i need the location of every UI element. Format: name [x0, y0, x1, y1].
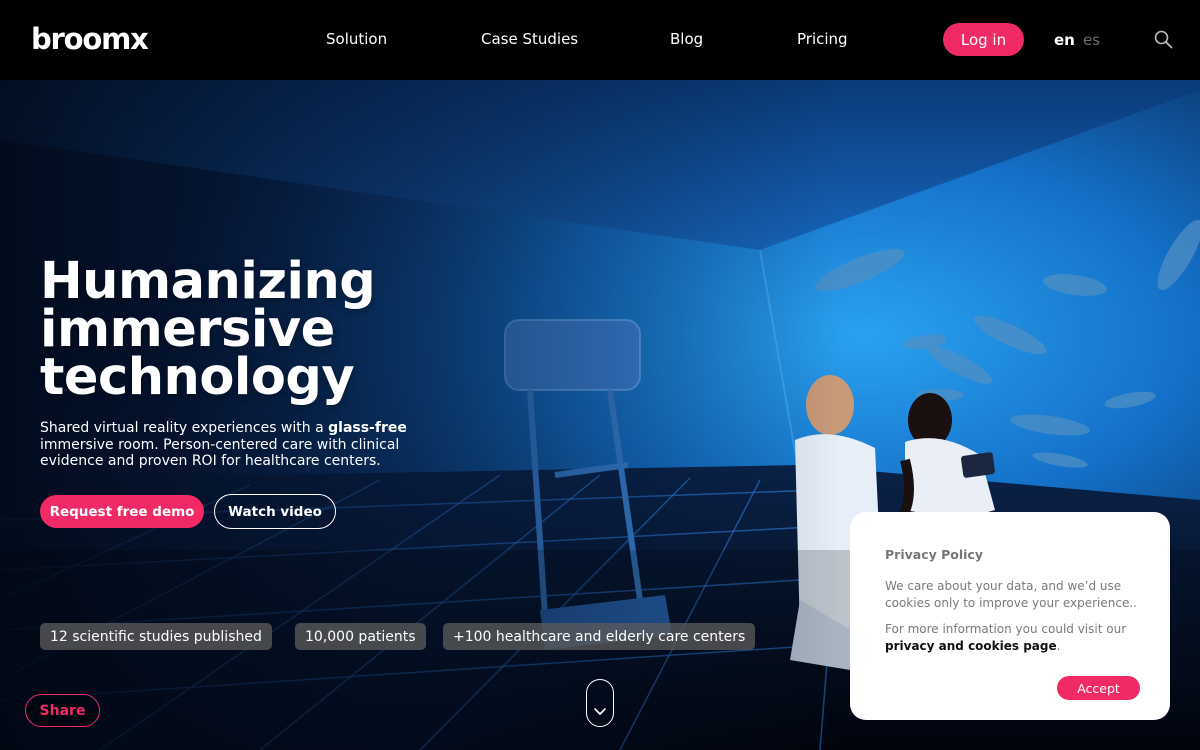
search-icon[interactable]: [1154, 30, 1173, 49]
cookie-title: Privacy Policy: [885, 547, 983, 562]
subtext-part-2: immersive room. Person-centered care wit…: [40, 436, 400, 470]
subtext-bold: glass-free: [328, 420, 407, 436]
nav-case-studies[interactable]: Case Studies: [481, 30, 578, 48]
headline-line-1: Humanizing: [40, 252, 376, 311]
cookie-more-info-text: For more information you could visit our: [885, 622, 1127, 636]
stat-badge-centers: +100 healthcare and elderly care centers: [443, 623, 756, 650]
nav-solution[interactable]: Solution: [326, 30, 387, 48]
watch-video-button[interactable]: Watch video: [214, 494, 336, 529]
site-header: broomx Solution Case Studies Blog Pricin…: [0, 0, 1200, 80]
chevron-down-icon: [594, 708, 606, 715]
lang-es-link[interactable]: es: [1083, 31, 1100, 49]
privacy-cookies-link[interactable]: privacy and cookies page: [885, 639, 1057, 653]
stat-badge-studies: 12 scientific studies published: [40, 623, 272, 650]
hero-headline: Humanizing immersive technology: [40, 252, 376, 407]
broomx-logo[interactable]: broomx: [31, 22, 149, 56]
cookie-text: We care about your data, and we’d use co…: [885, 579, 1137, 610]
headline-line-3: technology: [40, 348, 355, 407]
cookie-more-info: For more information you could visit our…: [885, 621, 1147, 655]
cookie-consent-popup: Privacy Policy We care about your data, …: [850, 512, 1170, 720]
nav-pricing[interactable]: Pricing: [797, 30, 848, 48]
scroll-down-button[interactable]: [586, 679, 614, 727]
login-button[interactable]: Log in: [943, 23, 1024, 56]
stat-badge-patients: 10,000 patients: [295, 623, 426, 650]
hero-subtext: Shared virtual reality experiences with …: [40, 420, 440, 470]
request-demo-button[interactable]: Request free demo: [40, 495, 204, 528]
subtext-part-1: Shared virtual reality experiences with …: [40, 420, 329, 436]
share-button[interactable]: Share: [25, 694, 100, 727]
cookie-more-info-end: .: [1056, 639, 1061, 653]
lang-en-link[interactable]: en: [1054, 31, 1075, 49]
accept-cookies-button[interactable]: Accept: [1057, 676, 1140, 700]
nav-blog[interactable]: Blog: [670, 30, 703, 48]
headline-line-2: immersive: [40, 300, 335, 359]
